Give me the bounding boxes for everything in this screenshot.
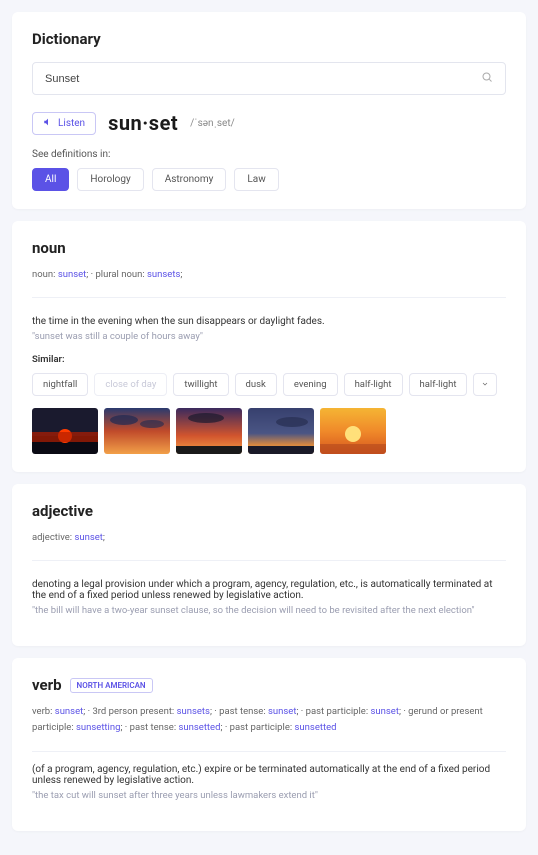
page-title: Dictionary xyxy=(32,30,506,48)
similar-row: nightfall close of day twillight dusk ev… xyxy=(32,373,506,396)
similar-twilight[interactable]: twillight xyxy=(173,373,228,396)
verb-title-label: verb xyxy=(32,676,62,694)
noun-card: noun noun: sunset; · plural noun: sunset… xyxy=(12,221,526,472)
adjective-definition: denoting a legal provision under which a… xyxy=(32,579,506,601)
forms-word: sunset xyxy=(371,706,399,717)
verb-card: verb NORTH AMERICAN verb: sunset; · 3rd … xyxy=(12,658,526,830)
forms-text: ; xyxy=(180,269,182,280)
forms-text: ; · past participle: xyxy=(296,706,370,717)
adjective-example: "the bill will have a two-year sunset cl… xyxy=(32,605,506,616)
forms-text: ; · plural noun: xyxy=(86,269,147,280)
similar-evening[interactable]: evening xyxy=(283,373,338,396)
forms-word: sunsets xyxy=(147,269,180,280)
similar-half-light[interactable]: half-light xyxy=(344,373,403,396)
see-definitions-label: See definitions in: xyxy=(32,149,506,160)
similar-label: Similar: xyxy=(32,354,506,365)
forms-text: ; · past tense: xyxy=(120,722,178,733)
similar-nightfall[interactable]: nightfall xyxy=(32,373,88,396)
category-law[interactable]: Law xyxy=(234,168,278,191)
forms-text: noun: xyxy=(32,269,58,280)
speaker-icon xyxy=(43,117,53,130)
noun-definition: the time in the evening when the sun dis… xyxy=(32,316,506,327)
category-row: All Horology Astronomy Law xyxy=(32,168,506,191)
forms-text: adjective: xyxy=(32,532,74,543)
headword-row: Listen sun·set /ˈsənˌset/ xyxy=(32,111,506,135)
similar-half-light-2[interactable]: half-light xyxy=(409,373,468,396)
verb-definition: (of a program, agency, regulation, etc.)… xyxy=(32,764,506,786)
search-input[interactable] xyxy=(45,73,481,85)
noun-forms: noun: sunset; · plural noun: sunsets; xyxy=(32,267,506,298)
verb-title: verb NORTH AMERICAN xyxy=(32,676,506,694)
noun-example: "sunset was still a couple of hours away… xyxy=(32,331,506,342)
sunset-image-2[interactable] xyxy=(104,408,170,454)
listen-label: Listen xyxy=(58,118,85,129)
expand-similar-button[interactable] xyxy=(473,373,497,396)
forms-text: ; xyxy=(103,532,105,543)
similar-dusk[interactable]: dusk xyxy=(235,373,277,396)
image-row xyxy=(32,408,506,454)
adjective-title: adjective xyxy=(32,502,506,520)
forms-text: ; · past participle: xyxy=(220,722,294,733)
adjective-card: adjective adjective: sunset; denoting a … xyxy=(12,484,526,646)
sunset-image-3[interactable] xyxy=(176,408,242,454)
forms-word: sunset xyxy=(55,706,83,717)
noun-title: noun xyxy=(32,239,506,257)
region-badge: NORTH AMERICAN xyxy=(70,678,153,693)
forms-word: sunset xyxy=(58,269,86,280)
chevron-down-icon xyxy=(481,378,489,391)
search-icon xyxy=(481,71,493,86)
listen-button[interactable]: Listen xyxy=(32,112,96,135)
forms-text: verb: xyxy=(32,706,55,717)
forms-text: ; · 3rd person present: xyxy=(83,706,176,717)
category-astronomy[interactable]: Astronomy xyxy=(152,168,227,191)
forms-word: sunsetted xyxy=(179,722,221,733)
category-all[interactable]: All xyxy=(32,168,69,191)
forms-word: sunsetting xyxy=(76,722,120,733)
forms-word: sunsetted xyxy=(295,722,337,733)
pronunciation: /ˈsənˌset/ xyxy=(190,118,235,129)
sunset-image-5[interactable] xyxy=(320,408,386,454)
forms-text: ; · past tense: xyxy=(210,706,268,717)
verb-forms: verb: sunset; · 3rd person present: suns… xyxy=(32,704,506,751)
adjective-forms: adjective: sunset; xyxy=(32,530,506,561)
sunset-image-1[interactable] xyxy=(32,408,98,454)
search-box[interactable] xyxy=(32,62,506,95)
verb-example: "the tax cut will sunset after three yea… xyxy=(32,790,506,801)
forms-word: sunset xyxy=(268,706,296,717)
sunset-image-4[interactable] xyxy=(248,408,314,454)
headword: sun·set xyxy=(108,111,178,135)
header-card: Dictionary Listen sun·set /ˈsənˌset/ See… xyxy=(12,12,526,209)
similar-close-of-day[interactable]: close of day xyxy=(94,373,167,396)
forms-word: sunsets xyxy=(177,706,210,717)
forms-word: sunset xyxy=(74,532,102,543)
category-horology[interactable]: Horology xyxy=(77,168,143,191)
